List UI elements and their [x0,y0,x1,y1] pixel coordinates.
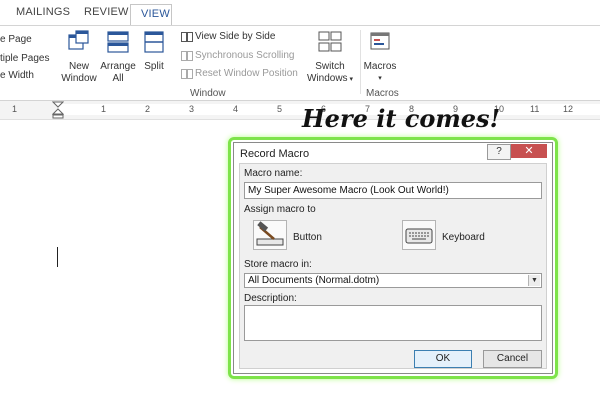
indent-marker-icon[interactable] [52,101,64,119]
synchronous-scrolling-icon [181,51,193,61]
macros-label: Macros [363,61,397,72]
description-textarea[interactable] [244,305,542,341]
arrange-all-label-1: Arrange [100,61,136,72]
page-width-button[interactable]: e Width [0,70,34,81]
new-window-label-2: Window [61,73,97,84]
keyboard-icon [405,228,433,244]
switch-windows-icon [318,31,342,52]
dialog-title: Record Macro [240,148,310,160]
arrange-all-label-2: All [112,73,124,84]
horizontal-ruler: 1 1 2 3 4 5 6 7 8 9 10 11 12 [0,101,600,120]
dropdown-arrow-icon[interactable]: ▼ [528,275,540,286]
ribbon-tab-row: MAILINGS REVIEW VIEW [0,0,600,26]
ruler-number: 11 [530,104,540,114]
ruler-number: 1 [101,104,107,114]
new-window-label-1: New [68,61,89,72]
switch-windows-label-2: Windows [306,73,348,84]
assign-button-button[interactable] [253,220,287,250]
ruler-number: 1 [12,104,18,114]
assign-macro-label: Assign macro to [244,204,316,215]
ruler-number: 2 [145,104,151,114]
macros-group-label: Macros [366,88,399,99]
view-side-by-side-button[interactable]: View Side by Side [195,31,275,42]
close-button[interactable]: ✕ [511,144,547,158]
tab-review[interactable]: REVIEW [84,6,129,18]
synchronous-scrolling-button[interactable]: Synchronous Scrolling [195,50,295,61]
view-side-by-side-icon [181,32,193,42]
split-label: Split [144,61,164,72]
macro-name-label: Macro name: [244,168,303,179]
cancel-button[interactable]: Cancel [483,350,542,368]
annotation-caption: Here it comes! [302,104,501,133]
split-button[interactable]: Split [140,30,168,73]
ribbon: e Page tiple Pages e Width New Window Ar… [0,26,600,101]
split-icon [144,31,164,53]
ok-button[interactable]: OK [414,350,472,368]
button-label: Button [293,232,322,243]
reset-window-position-icon [181,69,193,79]
new-window-button[interactable]: New Window [60,30,98,85]
arrange-all-icon [107,31,129,53]
ruler-number: 4 [233,104,239,114]
chevron-down-icon: ▾ [378,75,382,82]
arrange-all-button[interactable]: Arrange All [98,30,138,85]
window-group-label: Window [190,88,226,99]
one-page-button[interactable]: e Page [0,34,32,45]
switch-windows-button[interactable]: Switch Windows ▾ [304,30,356,86]
record-macro-dialog: Record Macro ? ✕ Macro name: My Super Aw… [233,142,553,374]
keyboard-label: Keyboard [442,232,485,243]
ruler-number: 3 [189,104,195,114]
group-separator [360,30,361,94]
switch-windows-label-1: Switch [315,61,345,72]
ruler-number: 5 [277,104,283,114]
macros-icon [370,32,390,50]
assign-keyboard-button[interactable] [402,220,436,250]
dialog-body: Macro name: My Super Awesome Macro (Look… [239,163,547,369]
ruler-number: 12 [563,104,574,114]
multiple-pages-button[interactable]: tiple Pages [0,53,49,64]
chevron-down-icon: ▾ [347,76,354,83]
reset-window-position-button[interactable]: Reset Window Position [195,68,298,79]
store-macro-label: Store macro in: [244,259,312,270]
description-label: Description: [244,293,297,304]
store-macro-value: All Documents (Normal.dotm) [248,275,380,286]
hammer-button-icon [256,221,284,246]
tab-mailings[interactable]: MAILINGS [16,6,70,18]
text-cursor [57,247,58,267]
macro-name-input[interactable]: My Super Awesome Macro (Look Out World!) [244,182,542,199]
help-button[interactable]: ? [487,144,511,160]
new-window-icon [68,30,89,50]
tab-view[interactable]: VIEW [130,4,172,26]
macros-button[interactable]: Macros ▾ [362,30,398,85]
store-macro-select[interactable]: All Documents (Normal.dotm) ▼ [244,273,542,288]
